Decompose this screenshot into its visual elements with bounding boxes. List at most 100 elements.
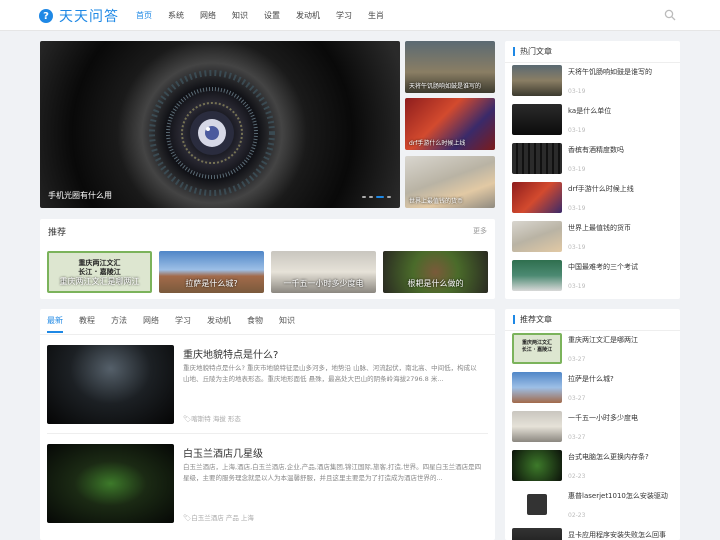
article-tags-text: 喀斯特 海拔 形态: [191, 415, 241, 423]
hot-item-thumb: [512, 221, 562, 252]
rec-item-title: 拉萨是什么城?: [568, 375, 614, 383]
tab-food[interactable]: 食物: [247, 315, 263, 333]
site-name: 天天问答: [59, 9, 119, 25]
nav-item-zodiac[interactable]: 生肖: [360, 0, 392, 31]
tab-tutorial[interactable]: 教程: [79, 315, 95, 333]
hot-item-date: 03-19: [568, 244, 586, 251]
side-thumb-caption: 天将午饥肠响如鼓是谁写的: [409, 83, 482, 90]
article-tags: 🏷喀斯特 海拔 形态: [183, 415, 241, 423]
banner-text: 重庆两江文汇 长江 · 嘉陵江: [49, 259, 150, 277]
tab-study[interactable]: 学习: [175, 315, 191, 333]
hot-item-title: drf手游什么时候上线: [568, 185, 634, 193]
hot-item-thumb: [512, 65, 562, 96]
article-summary: 白玉兰酒店，上海,酒店,白玉兰酒店,企业,产品,酒店集团,锦江国际,旅客,打造,…: [183, 463, 482, 482]
top-navbar: ? 天天问答 首页 系统 网络 知识 设置 发动机 学习 生肖: [0, 0, 720, 31]
recommend-caption: 拉萨是什么城?: [185, 279, 238, 288]
side-thumb-3[interactable]: 世界上最值钱的货币: [405, 156, 495, 208]
rec-item-title: 重庆两江文汇是哪两江: [568, 336, 638, 344]
hero-slider[interactable]: 手机光圈有什么用: [40, 41, 400, 208]
recommend-item-3[interactable]: 一千五一小时多少度电: [271, 251, 376, 293]
rec-item-date: 02-23: [568, 473, 586, 480]
hot-item[interactable]: 香槟有酒精度数吗 03-19: [512, 143, 677, 176]
hot-articles-title: 热门文章: [513, 47, 552, 56]
nav-item-network[interactable]: 网络: [192, 0, 224, 31]
hot-item-date: 03-19: [568, 205, 586, 212]
search-icon[interactable]: [664, 9, 676, 21]
tabs-divider: [40, 334, 495, 335]
logo-icon: ?: [39, 9, 53, 23]
nav-item-knowledge[interactable]: 知识: [224, 0, 256, 31]
slider-dot[interactable]: [387, 196, 391, 198]
article-title[interactable]: 白玉兰酒店几星级: [183, 445, 263, 460]
rec-item-date: 03-27: [568, 356, 586, 363]
article-image[interactable]: [47, 345, 174, 424]
hot-item-date: 03-19: [568, 166, 586, 173]
recommended-articles-title: 推荐文章: [513, 315, 552, 324]
hot-item-thumb: [512, 182, 562, 213]
site-logo[interactable]: ? 天天问答: [39, 7, 119, 25]
tab-method[interactable]: 方法: [111, 315, 127, 333]
rec-item-thumb: [512, 372, 562, 403]
side-thumb-caption: drf手游什么时候上线: [409, 140, 466, 147]
recommended-articles-header: 推荐文章: [505, 309, 680, 331]
article-image[interactable]: [47, 444, 174, 523]
nav-item-settings[interactable]: 设置: [256, 0, 288, 31]
nav-item-home[interactable]: 首页: [128, 0, 160, 31]
tab-latest[interactable]: 最新: [47, 315, 63, 333]
side-thumb-1[interactable]: 天将午饥肠响如鼓是谁写的: [405, 41, 495, 93]
rec-item-date: 03-27: [568, 395, 586, 402]
hot-item-title: 天将午饥肠响如鼓是谁写的: [568, 68, 652, 76]
tab-engine[interactable]: 发动机: [207, 315, 231, 333]
rec-item[interactable]: 惠普laserjet1010怎么安装驱动 02-23: [512, 489, 677, 522]
slider-dot[interactable]: [369, 196, 373, 198]
hot-item-thumb: [512, 260, 562, 291]
slider-dots: [362, 196, 391, 198]
recommend-caption: 重庆两江文汇是哪两江: [59, 277, 140, 286]
hot-item[interactable]: 中国最难考的三个考试 03-19: [512, 260, 677, 293]
rec-item[interactable]: 台式电脑怎么更换内存条? 02-23: [512, 450, 677, 483]
rec-item-thumb: [512, 528, 562, 540]
hot-item-title: 世界上最值钱的货币: [568, 224, 631, 232]
recommend-item-2[interactable]: 拉萨是什么城?: [159, 251, 264, 293]
tab-knowledge[interactable]: 知识: [279, 315, 295, 333]
nav-item-system[interactable]: 系统: [160, 0, 192, 31]
banner-line: 重庆两江文汇: [521, 340, 552, 346]
hot-item-date: 03-19: [568, 127, 586, 134]
side-thumb-2[interactable]: drf手游什么时候上线: [405, 98, 495, 150]
article-summary: 重庆地貌特点是什么? 重庆市地貌特征是山多河多，地势沿 山脉、河流起伏，南北高、…: [183, 364, 477, 383]
nav-item-study[interactable]: 学习: [328, 0, 360, 31]
rec-item[interactable]: 显卡应用程序安装失败怎么回事: [512, 528, 677, 540]
slider-dot-active[interactable]: [376, 196, 384, 198]
hot-item-title: 中国最难考的三个考试: [568, 263, 638, 271]
article-title[interactable]: 重庆地貌特点是什么?: [183, 346, 278, 361]
hot-item-thumb: [512, 104, 562, 135]
rec-item-thumb: 重庆两江文汇 长江 · 嘉陵江: [512, 333, 562, 364]
hot-item-title: 香槟有酒精度数吗: [568, 146, 624, 154]
banner-line: 重庆两江文汇: [78, 259, 121, 267]
rec-item-title: 惠普laserjet1010怎么安装驱动: [568, 492, 668, 500]
rec-item[interactable]: 重庆两江文汇 长江 · 嘉陵江 重庆两江文汇是哪两江 03-27: [512, 333, 677, 366]
hot-item[interactable]: ka是什么单位 03-19: [512, 104, 677, 137]
hot-item-date: 03-19: [568, 283, 586, 290]
side-thumb-caption: 世界上最值钱的货币: [409, 198, 464, 205]
recommend-caption: 根耙是什么做的: [407, 279, 464, 288]
main-nav: 首页 系统 网络 知识 设置 发动机 学习 生肖: [128, 0, 392, 31]
rec-item-thumb: [512, 489, 562, 520]
slider-dot[interactable]: [362, 196, 366, 198]
rec-item-date: 03-27: [568, 434, 586, 441]
more-link[interactable]: 更多: [473, 226, 487, 236]
recommend-item-4[interactable]: 根耙是什么做的: [383, 251, 488, 293]
rec-item[interactable]: 拉萨是什么城? 03-27: [512, 372, 677, 405]
rec-item[interactable]: 一千五一小时多少度电 03-27: [512, 411, 677, 444]
hot-item[interactable]: 天将午饥肠响如鼓是谁写的 03-19: [512, 65, 677, 98]
hot-item[interactable]: drf手游什么时候上线 03-19: [512, 182, 677, 215]
hot-item[interactable]: 世界上最值钱的货币 03-19: [512, 221, 677, 254]
banner-text: 重庆两江文汇 长江 · 嘉陵江: [514, 340, 560, 354]
article-tags: 🏷白玉兰酒店 产品 上海: [183, 514, 254, 522]
tab-network[interactable]: 网络: [143, 315, 159, 333]
banner-line: 长江 · 嘉陵江: [521, 347, 553, 353]
recommend-title: 推荐: [48, 228, 67, 238]
nav-item-engine[interactable]: 发动机: [288, 0, 328, 31]
hot-articles-header: 热门文章: [505, 41, 680, 63]
recommend-item-1[interactable]: 重庆两江文汇 长江 · 嘉陵江 重庆两江文汇是哪两江: [47, 251, 152, 293]
